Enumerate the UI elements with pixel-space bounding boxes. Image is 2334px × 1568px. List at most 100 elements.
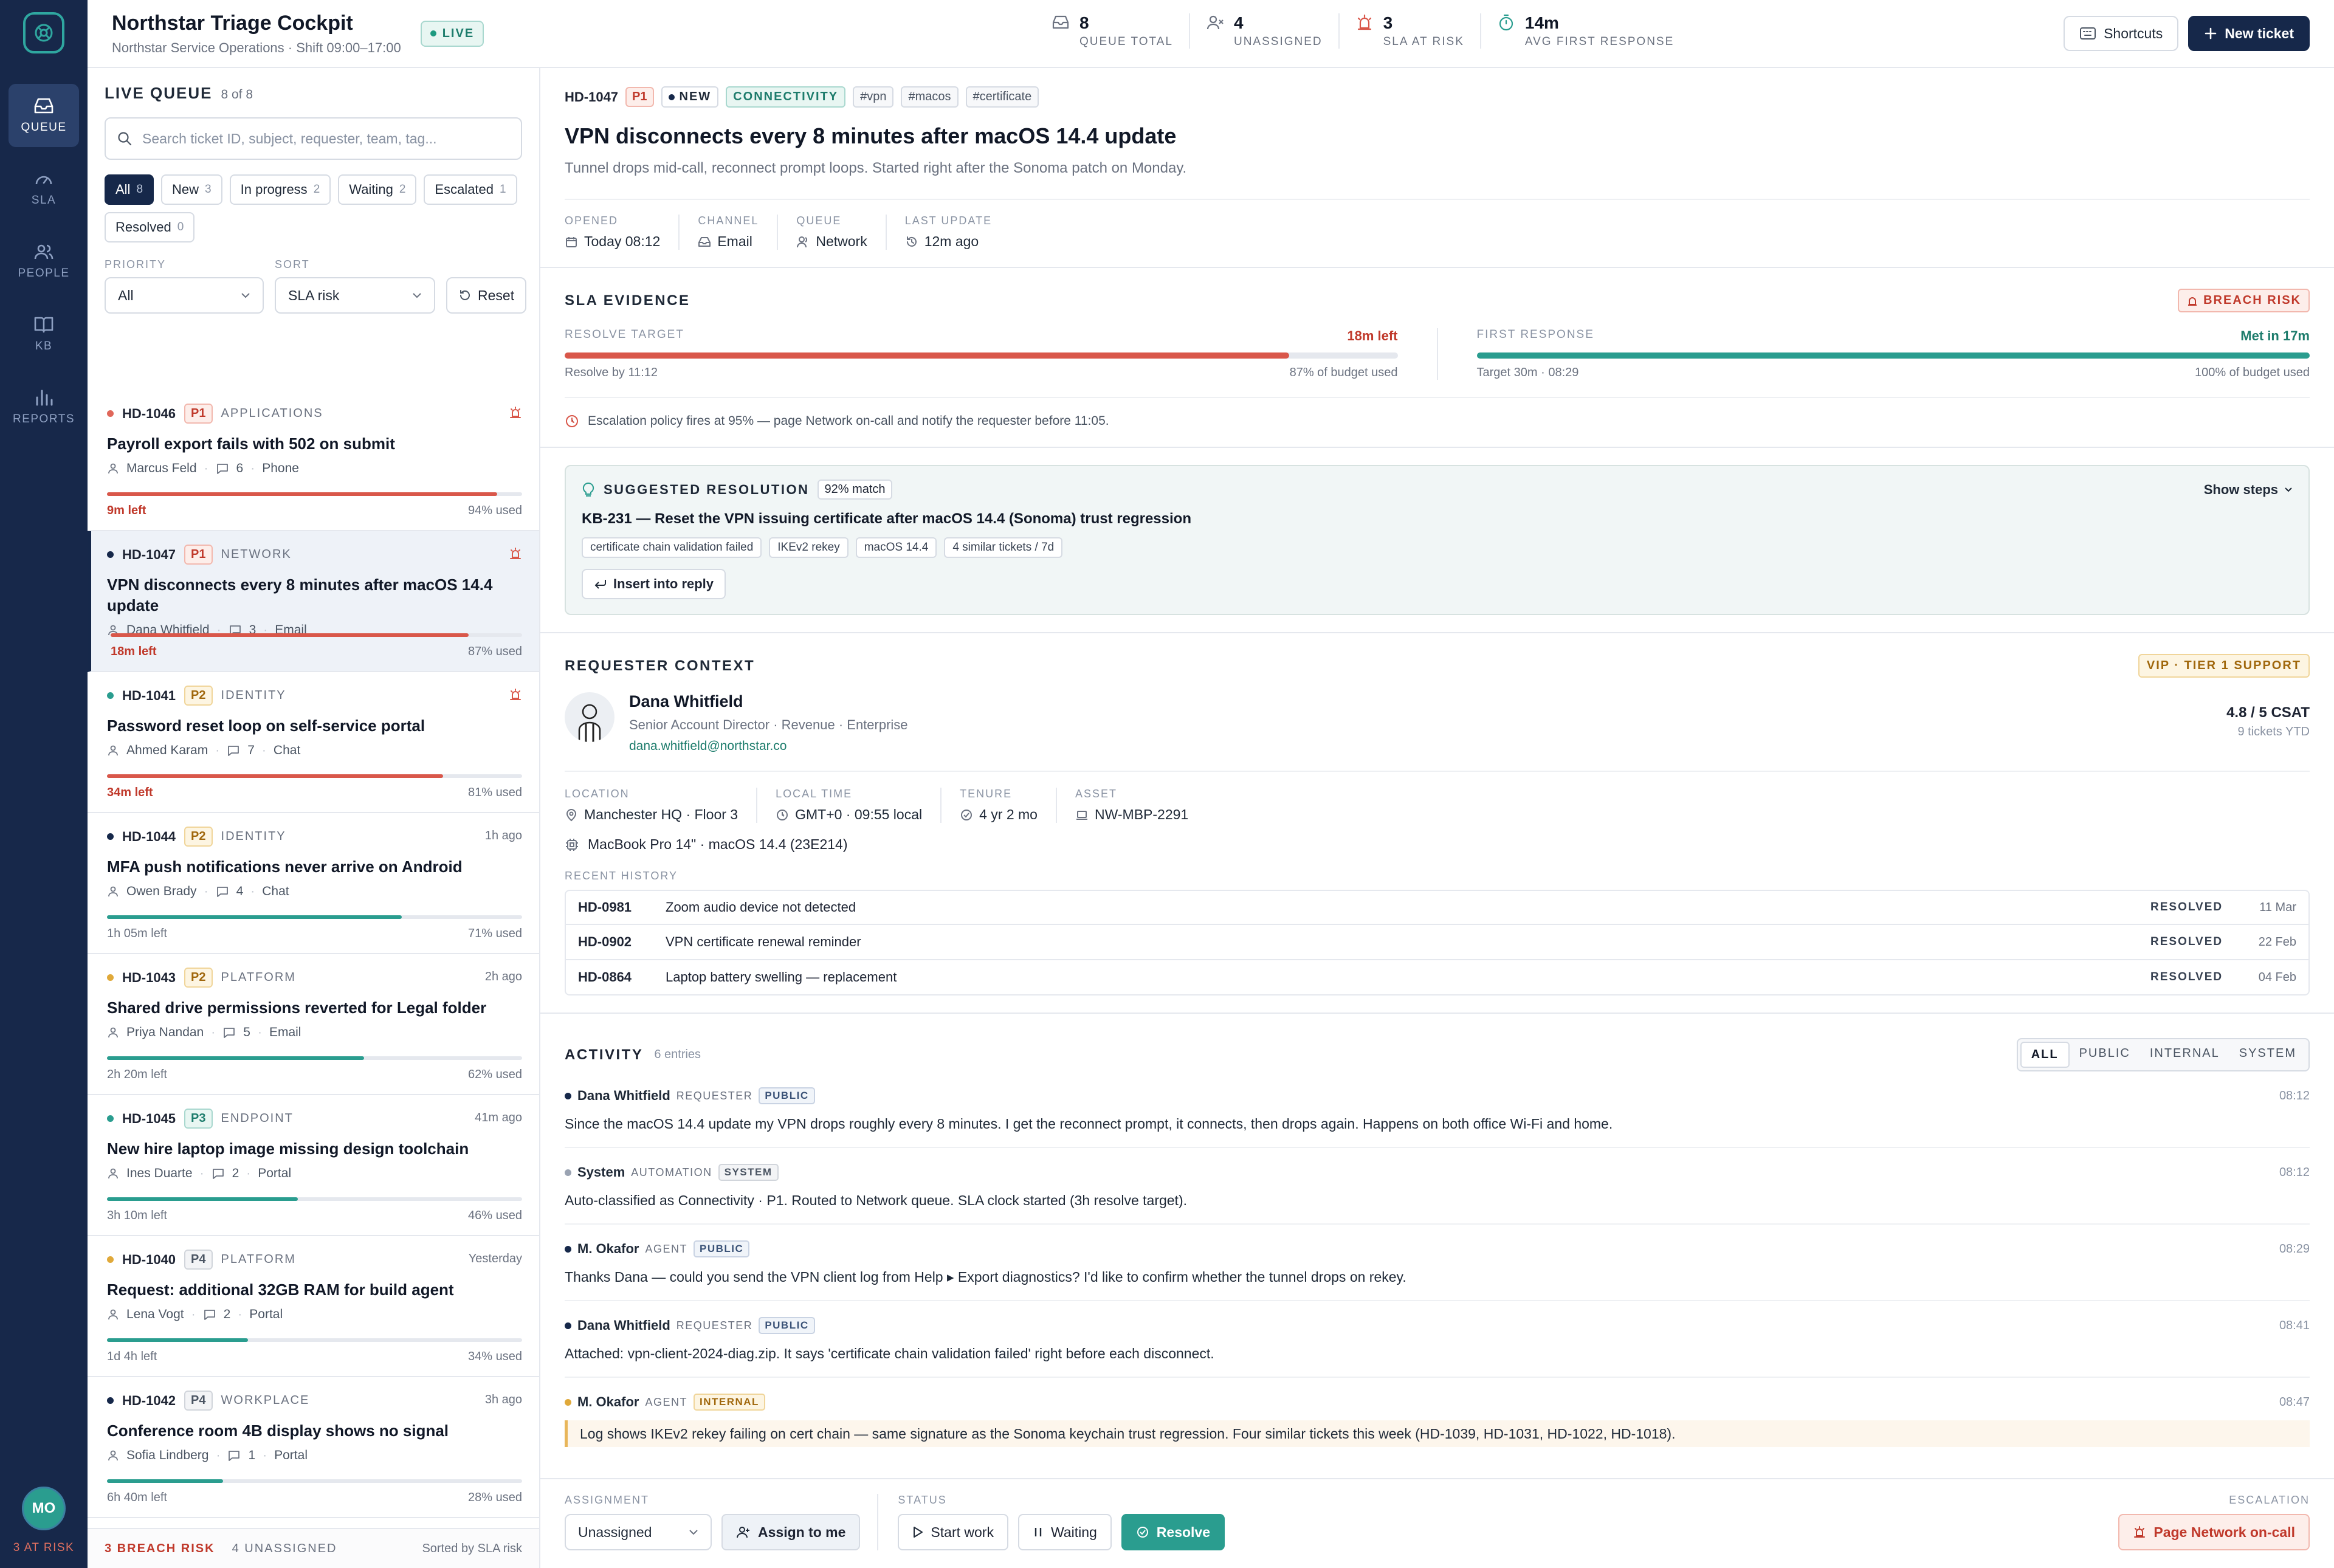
avatar[interactable]: MO	[22, 1487, 66, 1530]
app-logo-icon[interactable]	[23, 12, 64, 53]
ticket-list: HD-1046 P1 APPLICATIONS Payroll export f…	[88, 390, 539, 1518]
author-dot-icon	[565, 1322, 571, 1329]
bar-chart-icon	[36, 390, 53, 406]
ticket-age: Yesterday	[468, 1252, 522, 1265]
entry-author: Dana Whitfield	[577, 1088, 670, 1103]
insert-into-reply-button[interactable]: Insert into reply	[582, 569, 726, 599]
resolve-button[interactable]: Resolve	[1121, 1514, 1225, 1550]
entry-author: Dana Whitfield	[577, 1318, 670, 1333]
ticket-row[interactable]: HD-1040 P4 PLATFORM Yesterday Request: a…	[88, 1236, 539, 1377]
user-plus-icon	[737, 1527, 749, 1538]
rail-item-kb[interactable]: KB	[9, 303, 79, 366]
history-row[interactable]: HD-0864 Laptop battery swelling — replac…	[565, 960, 2310, 995]
time-left: 1h 05m left	[107, 927, 167, 940]
budget-used: 62% used	[468, 1068, 522, 1081]
visibility-badge: SYSTEM	[718, 1164, 779, 1181]
sort-select[interactable]: SLA risk	[275, 277, 435, 314]
ticket-age: 41m ago	[475, 1111, 522, 1124]
ticket-row[interactable]: HD-1041 P2 IDENTITY Password reset loop …	[88, 672, 539, 813]
rail-item-sla[interactable]: SLA	[9, 157, 79, 220]
filter-chip-3[interactable]: Waiting 2	[338, 174, 417, 205]
budget-used: 28% used	[468, 1491, 522, 1504]
team-icon	[797, 236, 808, 247]
entry-role: REQUESTER	[676, 1319, 753, 1332]
filter-chip-1[interactable]: New 3	[161, 174, 222, 205]
requester-email[interactable]: dana.whitfield@northstar.co	[629, 739, 908, 754]
assignee-select[interactable]: Unassigned	[565, 1514, 712, 1550]
ticket-row[interactable]: HD-1043 P2 PLATFORM 2h ago Shared drive …	[88, 954, 539, 1095]
assign-to-me-button[interactable]: Assign to me	[721, 1514, 861, 1550]
search-input[interactable]	[142, 130, 510, 147]
entry-author: M. Okafor	[577, 1394, 639, 1409]
filter-chip-5[interactable]: Resolved 0	[105, 212, 195, 242]
kb-article-link[interactable]: KB-231 — Reset the VPN issuing certifica…	[582, 511, 2293, 528]
rail-item-reports[interactable]: REPORTS	[9, 376, 79, 439]
ticket-title: VPN disconnects every 8 minutes after ma…	[565, 123, 1177, 148]
ticket-row[interactable]: HD-1044 P2 IDENTITY 1h ago MFA push noti…	[88, 813, 539, 954]
activity-count: 6 entries	[654, 1048, 701, 1061]
activity-title: ACTIVITY	[565, 1046, 644, 1063]
activity-entry: Dana Whitfield REQUESTER PUBLIC 08:12 Si…	[565, 1071, 2310, 1148]
filter-chip-0[interactable]: All 8	[105, 174, 154, 205]
comment-icon	[228, 746, 239, 756]
chevron-down-icon	[413, 293, 421, 298]
activity-entry: Dana Whitfield REQUESTER PUBLIC 08:41 At…	[565, 1301, 2310, 1378]
shortcuts-button[interactable]: Shortcuts	[2064, 16, 2179, 51]
entry-role: AGENT	[645, 1395, 687, 1408]
user-menu[interactable]: MO 3 AT RISK	[0, 1487, 88, 1555]
team-label: PLATFORM	[221, 971, 296, 984]
ticket-row[interactable]: HD-1047 P1 NETWORK VPN disconnects every…	[88, 531, 539, 672]
show-steps-button[interactable]: Show steps	[2204, 482, 2293, 498]
user-icon	[108, 886, 118, 897]
calendar-icon	[566, 236, 577, 247]
start-work-button[interactable]: Start work	[898, 1514, 1008, 1550]
stat-avg-first-response: 14m AVG FIRST RESPONSE	[1479, 13, 1690, 49]
filter-chip-2[interactable]: In progress 2	[229, 174, 331, 205]
tag[interactable]: #macos	[901, 86, 959, 108]
comment-icon	[229, 1451, 240, 1461]
history-subject: Zoom audio device not detected	[666, 899, 856, 915]
filter-chip-4[interactable]: Escalated 1	[424, 174, 517, 205]
ticket-meta: OPENED Today 08:12 CHANNEL Email QUEUE Netw…	[565, 199, 2310, 267]
waiting-button[interactable]: Waiting	[1017, 1514, 1112, 1550]
inbox-icon	[698, 236, 711, 247]
filter-system[interactable]: SYSTEM	[2229, 1042, 2306, 1068]
unassigned-count: 4 UNASSIGNED	[232, 1541, 337, 1555]
tag[interactable]: #vpn	[853, 86, 894, 108]
rail-item-people[interactable]: PEOPLE	[9, 230, 79, 293]
page-on-call-button[interactable]: Page Network on-call	[2118, 1514, 2310, 1550]
ticket-id: HD-1047	[122, 546, 176, 562]
filter-all[interactable]: ALL	[2020, 1042, 2070, 1068]
user-risk-count: 3 AT RISK	[13, 1541, 75, 1554]
sla-progress-bar	[107, 915, 522, 919]
comment-count: 6	[236, 461, 244, 475]
priority-select[interactable]: All	[105, 277, 264, 314]
app-root: QUEUE SLA PEOPLE KB REPORTS MO 3 AT RISK	[0, 0, 2334, 1568]
budget-used: 71% used	[468, 927, 522, 940]
priority-badge: P4	[184, 1250, 213, 1270]
rail-item-queue[interactable]: QUEUE	[9, 84, 79, 147]
history-row[interactable]: HD-0902 VPN certificate renewal reminder…	[565, 925, 2310, 960]
entry-text: Since the macOS 14.4 update my VPN drops…	[565, 1116, 1613, 1132]
time-left: 2h 20m left	[107, 1068, 167, 1081]
ticket-row[interactable]: HD-1045 P3 ENDPOINT 41m ago New hire lap…	[88, 1095, 539, 1236]
filter-internal[interactable]: INTERNAL	[2140, 1042, 2229, 1068]
tag[interactable]: #certificate	[965, 86, 1039, 108]
queue-footer: 3 BREACH RISK 4 UNASSIGNED Sorted by SLA…	[88, 1528, 539, 1568]
lightbulb-icon	[582, 482, 594, 497]
history-row[interactable]: HD-0981 Zoom audio device not detected R…	[565, 890, 2310, 925]
reset-filters-button[interactable]: Reset	[446, 277, 527, 314]
ticket-summary: Tunnel drops mid-call, reconnect prompt …	[565, 160, 1187, 176]
team-label: APPLICATIONS	[221, 407, 323, 420]
history-date: 04 Feb	[2258, 970, 2296, 984]
search-box[interactable]	[105, 117, 522, 160]
author-dot-icon	[565, 1245, 571, 1253]
ticket-row[interactable]: HD-1042 P4 WORKPLACE 3h ago Conference r…	[88, 1377, 539, 1518]
ticket-row[interactable]: HD-1046 P1 APPLICATIONS Payroll export f…	[88, 390, 539, 531]
time-left: 3h 10m left	[107, 1209, 167, 1222]
comment-count: 5	[243, 1025, 250, 1039]
play-icon	[914, 1527, 923, 1538]
filter-public[interactable]: PUBLIC	[2070, 1042, 2140, 1068]
comment-count: 4	[236, 884, 244, 898]
new-ticket-button[interactable]: New ticket	[2188, 16, 2310, 51]
